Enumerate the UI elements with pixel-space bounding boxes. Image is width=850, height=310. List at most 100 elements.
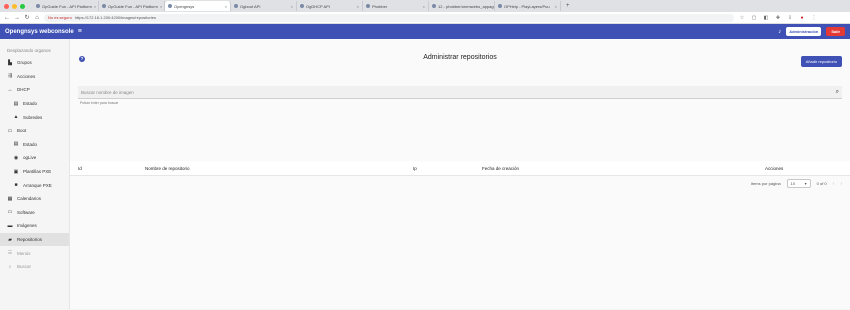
extension-icon[interactable]: ▢ [750, 15, 758, 21]
subnet-icon: ▲ [13, 114, 19, 121]
sidebar-item-label: Plantillas PXE [23, 169, 52, 175]
actions-icon: ⇶ [7, 73, 13, 80]
sidebar-item-label: Grupos [17, 60, 32, 66]
more-options-icon[interactable]: ⋮ [810, 15, 818, 21]
browser-tab[interactable]: OgDHCP API × [297, 1, 363, 11]
image-icon: ▬ [7, 222, 13, 229]
sidebar-item-acciones[interactable]: ⇶ Acciones [0, 70, 69, 84]
sidebar-item-software[interactable]: ▭ Software [0, 206, 69, 220]
page-size-select[interactable]: 10 ▾ [786, 179, 811, 188]
sidebar-item-label: Arranque PXE [23, 182, 52, 188]
browser-tab[interactable]: Opengnsys × [165, 1, 231, 11]
sidebar-item-label: DHCP [17, 87, 30, 93]
favicon-icon [300, 4, 304, 8]
browser-tab[interactable]: Ogboot API × [231, 1, 297, 11]
browser-tab[interactable]: Phobber × [363, 1, 429, 11]
search-field[interactable]: ⌕ [78, 86, 842, 99]
search-hint: Pulsar enter para buscar [80, 101, 119, 105]
template-icon: ▣ [13, 168, 19, 175]
menu-icon: ☰ [7, 250, 13, 257]
building-icon: ▙ [8, 59, 12, 66]
browser-tab-label: OpGuide Fun - API Platform [108, 3, 158, 9]
search-input[interactable] [81, 89, 836, 95]
sidebar-item-oglive[interactable]: ◉ ogLive [0, 151, 69, 165]
sidebar-item-label: Subredes [23, 114, 43, 120]
favicon-icon [36, 4, 40, 8]
calendar-icon: ▦ [7, 195, 13, 202]
page-title: Administrar repositorios [423, 54, 497, 61]
sidebar-item-men-s[interactable]: ☰ Menús [0, 246, 69, 260]
sidebar-item-label: Buscar [17, 264, 32, 270]
notification-icon[interactable]: ♪ [778, 29, 781, 35]
sidebar-search[interactable]: Desplazando organos [0, 44, 69, 56]
add-repository-button[interactable]: Añadir repositorio [800, 56, 842, 67]
sidebar-item-repositorios[interactable]: ▰ Repositorios [0, 232, 69, 247]
sidebar-item-im-genes[interactable]: ▬ Imágenes [0, 219, 69, 233]
sidebar-item-buscar[interactable]: ⌕ Buscar [0, 260, 69, 274]
main-content: ? Administrar repositorios Añadir reposi… [70, 39, 850, 309]
browser-tab[interactable]: OpGuide Fun - API Platform × [99, 1, 165, 11]
minimize-window-button[interactable] [12, 3, 17, 9]
close-tab-icon[interactable]: × [160, 4, 162, 9]
close-tab-icon[interactable]: × [423, 4, 425, 9]
site-info-icon[interactable]: ⌂ [34, 15, 40, 21]
previous-page-icon[interactable]: ‹ [833, 181, 835, 187]
sidebar-item-plantillas-pxe[interactable]: ▣ Plantillas PXE [0, 165, 69, 179]
chevron-down-icon: ▾ [804, 181, 807, 186]
search-icon[interactable]: ⌕ [836, 89, 839, 96]
app-title[interactable]: Opengnsys webconsole [5, 29, 74, 35]
close-window-button[interactable] [4, 3, 9, 9]
software-icon: ▭ [7, 209, 13, 216]
browser-tab[interactable]: 12 - phobber/ommwebo_appagent× [429, 1, 495, 11]
page-size-label: Items por página [750, 181, 781, 186]
back-icon[interactable]: ← [4, 15, 10, 21]
sidebar-item-label: Repositorios [17, 237, 43, 243]
sidebar-item-dhcp[interactable]: ↔ DHCP [0, 83, 69, 97]
sidebar-item-estado[interactable]: ▤ Estado [0, 138, 69, 152]
sidebar-item-arranque-pxe[interactable]: ■ Arranque PXE [0, 178, 69, 192]
sidebar-item-estado[interactable]: ▤ Estado [0, 97, 69, 111]
browser-tab[interactable]: OPHelp - PlayLayers/Puu × [495, 1, 561, 11]
sidebar-item-grupos[interactable]: ▙ Grupos [0, 56, 69, 70]
oglive-icon: ◉ [13, 154, 19, 161]
not-secure-badge[interactable]: No es seguro [48, 15, 72, 20]
sidebar-item-label: Menús [17, 250, 31, 256]
favicon-icon [168, 4, 172, 8]
sidebar-item-subredes[interactable]: ▲ Subredes [0, 110, 69, 124]
paginator: Items por página 10 ▾ 0 of 0 ‹ › [751, 179, 842, 188]
sidebar-item-label: Estado [23, 101, 38, 107]
sidebar-item-boot[interactable]: ▭ Boot [0, 124, 69, 138]
url-field[interactable]: No es seguro https://172.16.1.200:4200/i… [44, 13, 734, 22]
close-tab-icon[interactable]: × [291, 4, 293, 9]
close-tab-icon[interactable]: × [94, 4, 96, 9]
search-icon: ⌕ [8, 263, 12, 270]
window-controls [4, 3, 25, 9]
maximize-window-button[interactable] [20, 3, 25, 9]
close-tab-icon[interactable]: × [225, 4, 227, 9]
sidebar-item-calendarios[interactable]: ▦ Calendarios [0, 192, 69, 206]
page-size-value: 10 [790, 181, 796, 186]
favicon-icon [102, 4, 106, 8]
favicon-icon [366, 4, 370, 8]
reload-icon[interactable]: ↻ [24, 14, 30, 21]
favicon-icon [234, 4, 238, 8]
download-icon[interactable]: ⇩ [786, 15, 794, 21]
browser-tab-label: OPHelp - PlayLayers/Puu [504, 3, 550, 9]
bookmark-icon[interactable]: ☆ [738, 15, 746, 21]
close-tab-icon[interactable]: × [357, 4, 359, 9]
new-tab-button[interactable]: + [566, 3, 570, 9]
close-tab-icon[interactable]: × [555, 4, 557, 9]
sidebar-item-label: Acciones [17, 73, 36, 79]
forward-icon[interactable]: → [14, 15, 20, 21]
extension-icon[interactable]: ◧ [762, 15, 770, 21]
profile-avatar-icon[interactable]: ● [798, 15, 806, 21]
sidebar: Desplazando organos ▙ Grupos ⇶ Acciones ↔ DHC… [0, 39, 70, 309]
menu-toggle-icon[interactable]: ≡ [78, 28, 82, 35]
logout-button[interactable]: Salir [826, 27, 845, 36]
admin-button[interactable]: Administración [786, 27, 822, 36]
next-page-icon[interactable]: › [840, 181, 842, 187]
favicon-icon [432, 4, 436, 8]
browser-tab-label: OpGuide Fun - API Platform [42, 3, 92, 9]
puzzle-icon[interactable]: ✚ [774, 15, 782, 21]
browser-tab[interactable]: OpGuide Fun - API Platform × [33, 1, 99, 11]
